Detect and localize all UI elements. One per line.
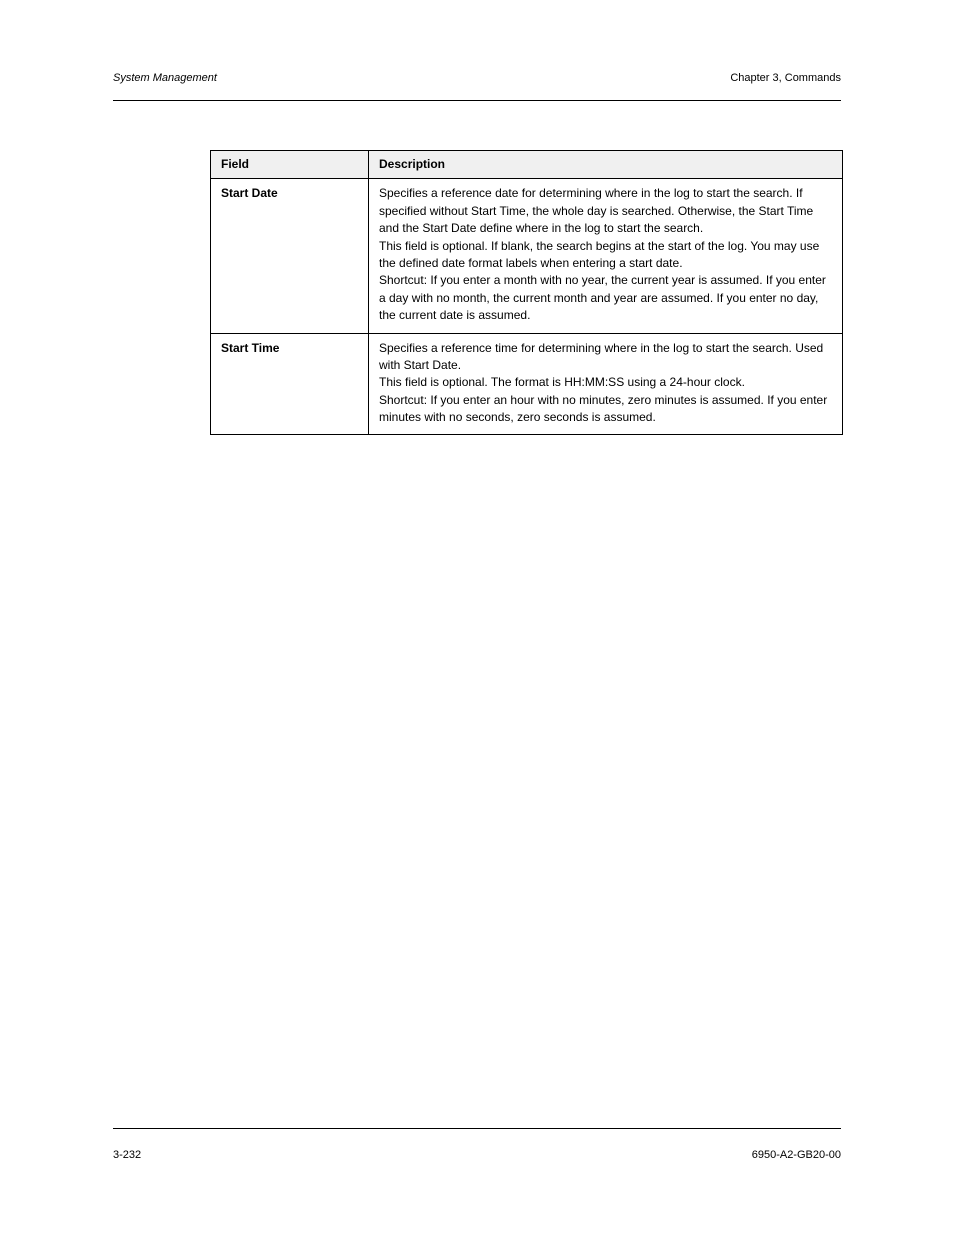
table-row: Start Date Specifies a reference date fo… <box>211 179 843 333</box>
header-rule <box>113 100 841 101</box>
fields-table: Field Description Start Date Specifies a… <box>210 150 843 435</box>
page-number: 3-232 <box>113 1149 141 1161</box>
footer-rule <box>113 1128 841 1129</box>
header-topic: System Management <box>113 72 217 84</box>
page-footer: 3-232 6950-A2-GB20-00 <box>113 1149 841 1161</box>
header-chapter: Chapter 3, Commands <box>730 72 841 84</box>
table-row: Start Time Specifies a reference time fo… <box>211 333 843 435</box>
field-name: Start Date <box>211 179 369 333</box>
field-desc: Specifies a reference time for determini… <box>369 333 843 435</box>
field-desc: Specifies a reference date for determini… <box>369 179 843 333</box>
page-header: System Management Chapter 3, Commands <box>113 72 841 84</box>
table-header-row: Field Description <box>211 151 843 179</box>
col-field: Field <box>211 151 369 179</box>
fields-table-wrap: Field Description Start Date Specifies a… <box>210 150 842 435</box>
doc-code: 6950-A2-GB20-00 <box>752 1149 841 1161</box>
col-description: Description <box>369 151 843 179</box>
field-name: Start Time <box>211 333 369 435</box>
